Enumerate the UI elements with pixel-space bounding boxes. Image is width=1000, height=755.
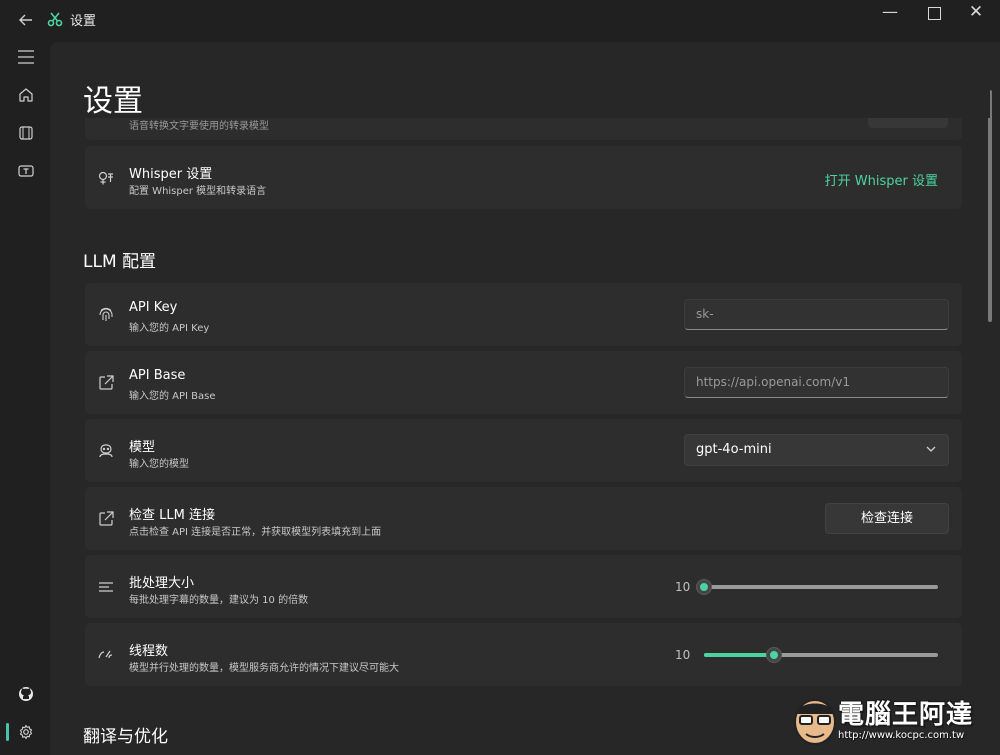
chevron-down-icon	[924, 442, 938, 456]
page-title: 设置	[83, 84, 143, 119]
whisper-icon	[97, 169, 115, 187]
watermark-url: http://www.kocpc.com.tw	[838, 730, 965, 741]
batch-size-slider[interactable]	[696, 579, 938, 595]
batch-size-card: 批处理大小 每批处理字幕的数量，建议为 10 的倍数 10	[85, 555, 962, 618]
card-desc: 每批处理字幕的数量，建议为 10 的倍数	[129, 595, 309, 606]
slider-value: 10	[675, 648, 691, 662]
slider-thumb[interactable]	[696, 579, 712, 595]
card-desc: 输入您的 API Key	[129, 323, 210, 334]
api-key-card: API Key 输入您的 API Key sk-	[85, 283, 962, 346]
dropdown-value: gpt-4o-mini	[696, 442, 772, 457]
api-base-card: API Base 输入您的 API Base https://api.opena…	[85, 351, 962, 414]
navigation-rail	[0, 42, 50, 755]
app-logo-icon	[47, 11, 63, 27]
api-key-input[interactable]: sk-	[684, 299, 949, 330]
speedometer-icon	[97, 646, 115, 664]
fingerprint-icon	[97, 306, 115, 324]
model-dropdown[interactable]: gpt-4o-mini	[684, 434, 949, 466]
card-desc: 配置 Whisper 模型和转录语言	[129, 186, 267, 197]
watermark-mascot-icon	[794, 699, 836, 745]
section-title-llm: LLM 配置	[83, 252, 157, 272]
robot-icon	[97, 442, 115, 460]
slider-fill	[704, 653, 775, 657]
maximize-icon[interactable]	[924, 4, 944, 24]
card-title: API Key	[129, 300, 178, 315]
card-title: API Base	[129, 368, 186, 383]
open-whisper-settings-button[interactable]: 打开 Whisper 设置	[825, 170, 938, 189]
scrollbar[interactable]	[988, 90, 992, 322]
settings-icon[interactable]	[13, 719, 39, 745]
align-left-icon	[97, 578, 115, 596]
menu-icon[interactable]	[13, 44, 39, 70]
back-arrow-icon[interactable]	[14, 8, 38, 32]
card-title: 模型	[129, 440, 156, 455]
card-desc: 输入您的模型	[129, 459, 189, 470]
card-title: 检查 LLM 连接	[129, 508, 215, 523]
title-bar: 设置 — ✕	[0, 0, 1000, 42]
slider-thumb[interactable]	[766, 647, 783, 663]
title-area	[50, 42, 990, 118]
card-desc: 输入您的 API Base	[129, 391, 216, 402]
home-icon[interactable]	[13, 82, 39, 108]
api-base-input[interactable]: https://api.openai.com/v1	[684, 367, 949, 398]
section-title-translate: 翻译与优化	[83, 727, 168, 747]
card-title: Whisper 设置	[129, 167, 213, 182]
github-icon[interactable]	[13, 681, 39, 707]
threads-card: 线程数 模型并行处理的数量，模型服务商允许的情况下建议尽可能大 10	[85, 623, 962, 686]
check-connection-card: 检查 LLM 连接 点击检查 API 连接是否正常，并获取模型列表填充到上面 检…	[85, 487, 962, 550]
threads-slider[interactable]	[704, 647, 938, 663]
close-icon[interactable]: ✕	[966, 2, 986, 22]
external-link-icon	[97, 510, 115, 528]
minimize-icon[interactable]: —	[880, 2, 900, 22]
card-desc: 点击检查 API 连接是否正常，并获取模型列表填充到上面	[129, 527, 382, 538]
card-desc: 语音转换文字要使用的转录模型	[129, 121, 269, 132]
window-title: 设置	[70, 14, 97, 29]
check-connection-button[interactable]: 检查连接	[825, 503, 949, 534]
subtitle-icon[interactable]	[13, 158, 39, 184]
whisper-settings-card: Whisper 设置 配置 Whisper 模型和转录语言 打开 Whisper…	[85, 146, 962, 209]
card-title: 线程数	[129, 644, 169, 659]
model-card: 模型 输入您的模型 gpt-4o-mini	[85, 419, 962, 482]
active-indicator	[6, 723, 9, 741]
settings-content: 语音转换文字要使用的转录模型 设置 Whisper 设置 配置 Whisper …	[50, 42, 1000, 755]
external-link-icon	[97, 374, 115, 392]
card-desc: 模型并行处理的数量，模型服务商允许的情况下建议尽可能大	[129, 663, 399, 674]
watermark: 電腦王阿達 http://www.kocpc.com.tw	[790, 686, 995, 752]
video-icon[interactable]	[13, 120, 39, 146]
card-title: 批处理大小	[129, 576, 195, 591]
watermark-text: 電腦王阿達	[838, 700, 974, 730]
slider-value: 10	[675, 580, 691, 594]
